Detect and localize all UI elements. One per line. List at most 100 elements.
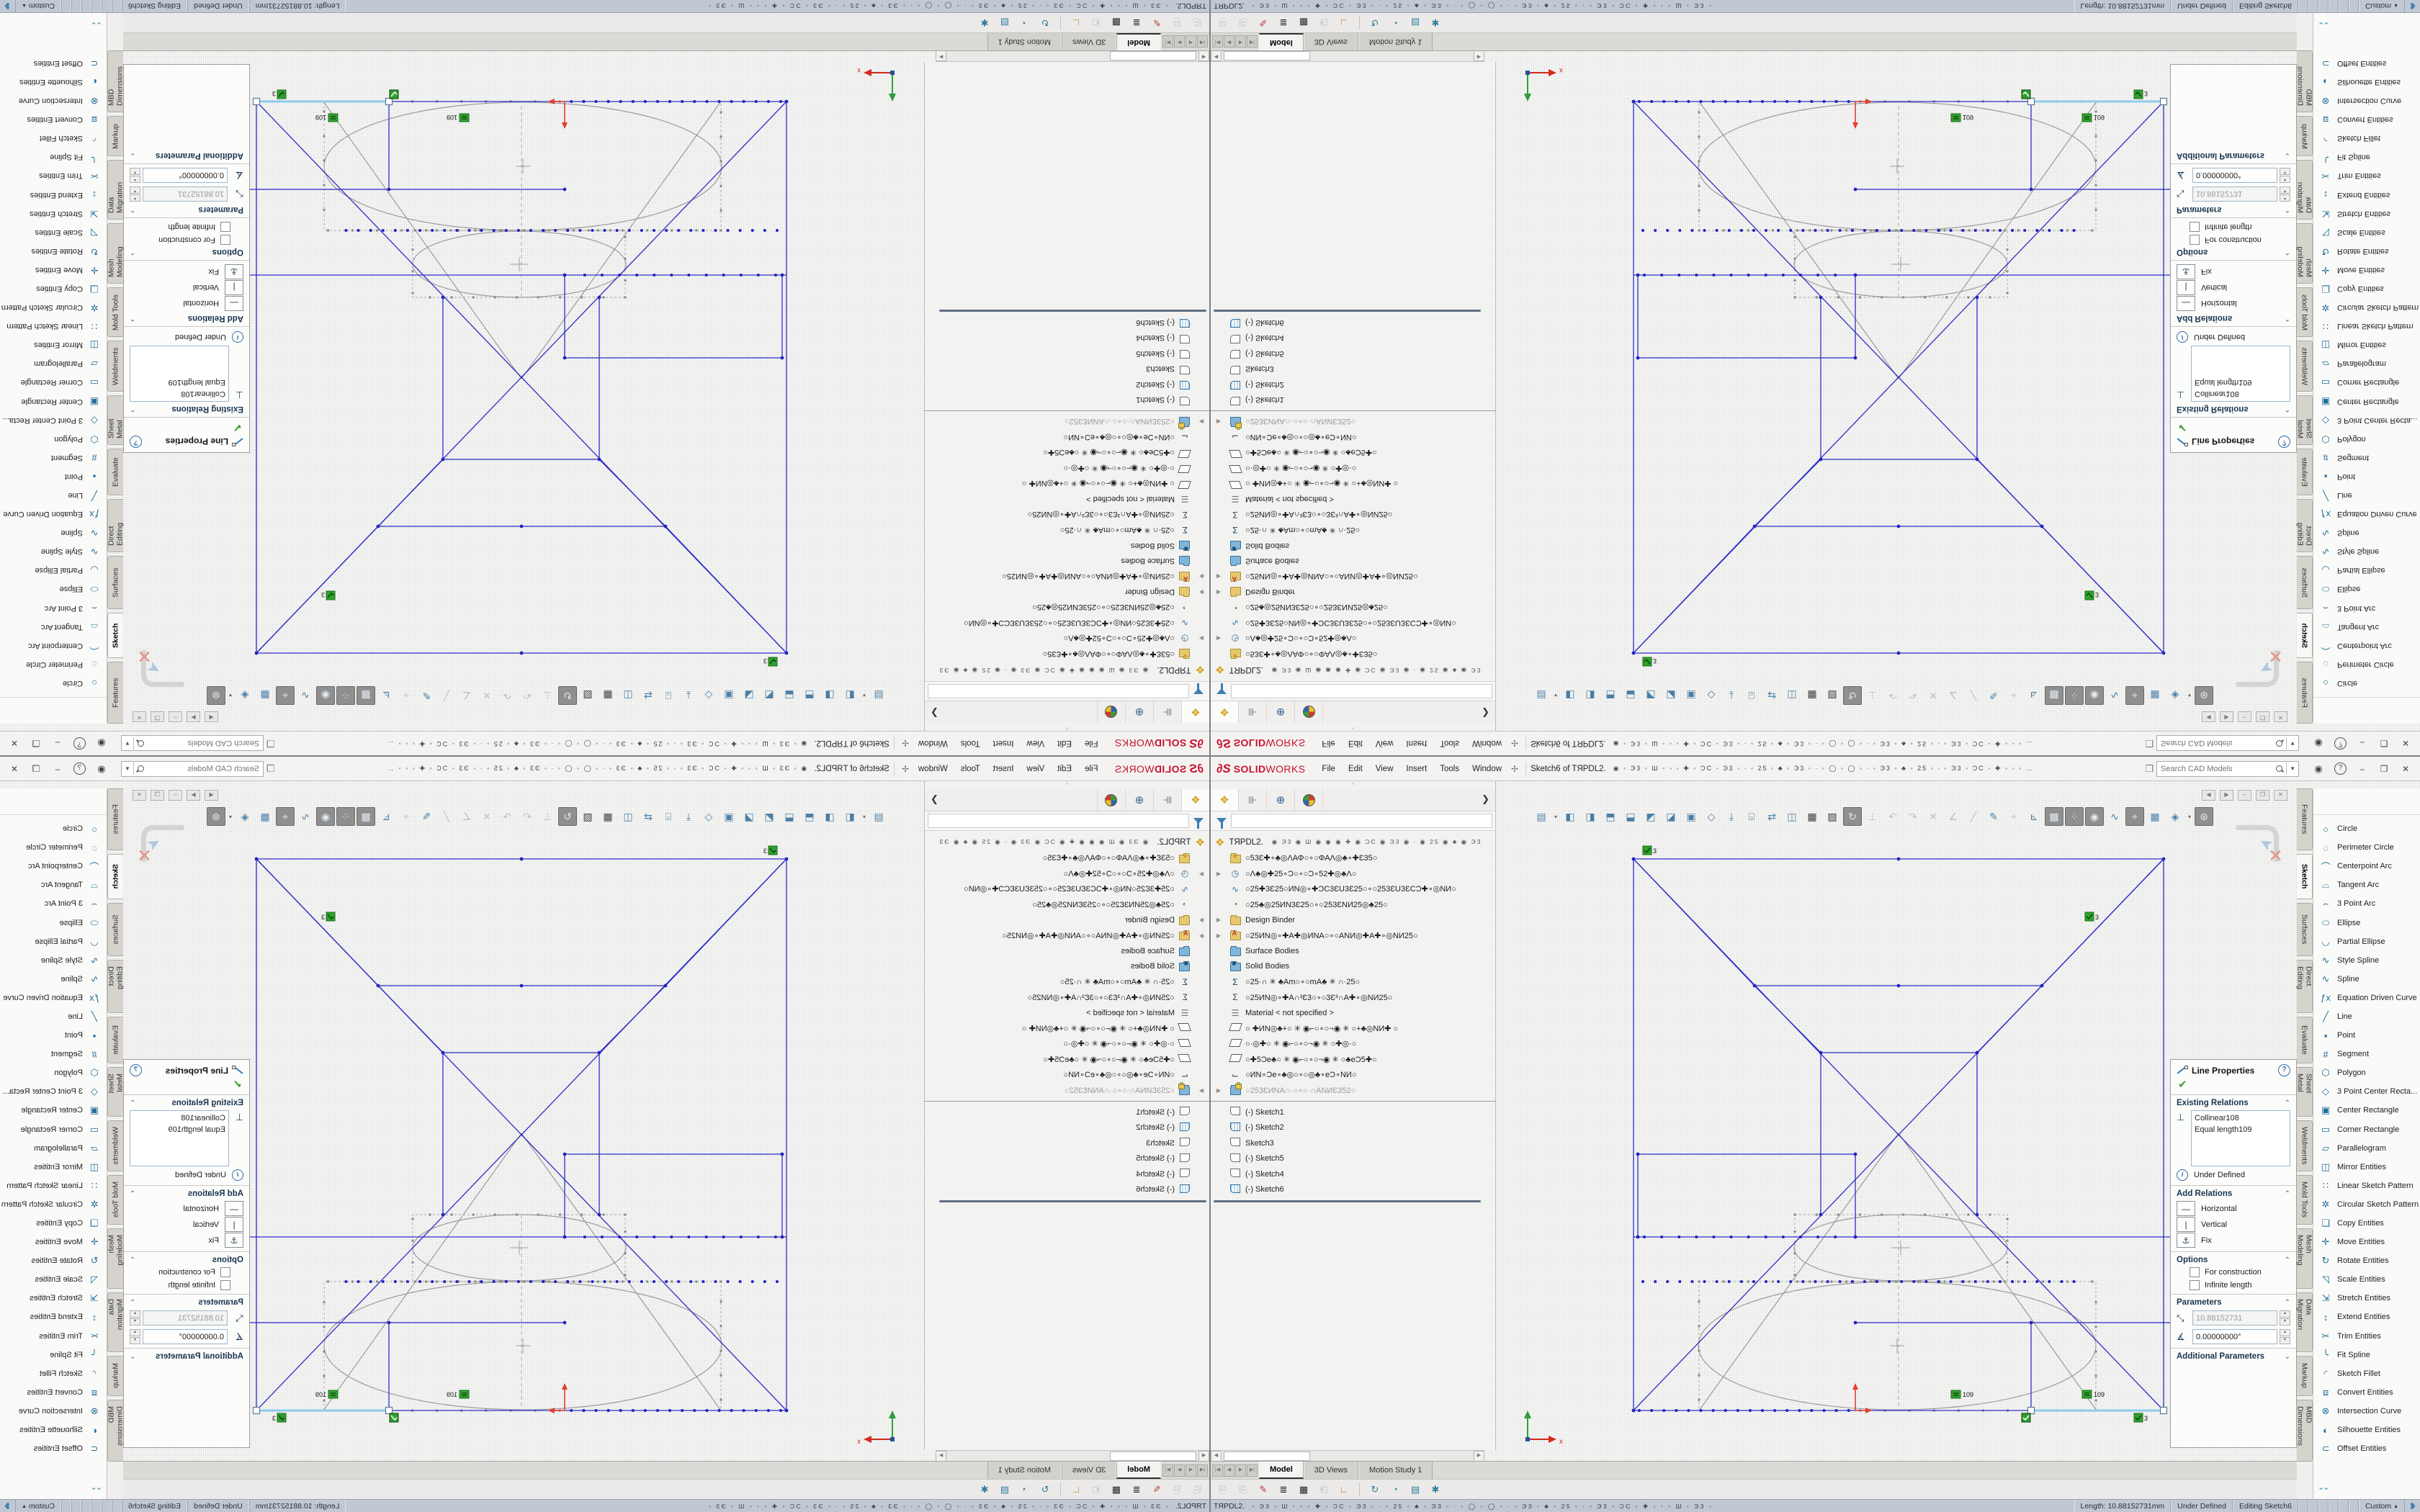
tool-extend-entities[interactable]: ↕Extend Entities — [0, 185, 107, 204]
tool-linear-sketch-pattern[interactable]: ∷Linear Sketch Pattern — [0, 1176, 107, 1195]
tree-item[interactable]: (-) Sketch2 — [925, 1120, 1209, 1136]
headsup-icon-15[interactable]: ▨ — [1823, 807, 1842, 826]
headsup-icon-19[interactable]: ↷ — [1904, 807, 1922, 826]
child-window-control-2[interactable]: – — [2238, 790, 2251, 801]
tool-parallelogram[interactable]: ▱Parallelogram — [2313, 354, 2420, 373]
tool-offset-entities[interactable]: ⊂Offset Entities — [0, 1439, 107, 1458]
bottom-toolbar-icon-2[interactable]: ✎ — [1149, 17, 1165, 29]
tree-item[interactable]: (-) Sketch4 — [1211, 330, 1495, 346]
child-window-control-4[interactable]: ✕ — [2274, 711, 2287, 722]
bottom-toolbar-icon-0[interactable]: ⎘ — [1189, 17, 1205, 29]
headsup-icon-4[interactable]: ⬒ — [800, 686, 819, 705]
spin-down-icon[interactable]: ▾ — [2280, 1318, 2290, 1326]
headsup-icon-6[interactable]: ◩ — [760, 686, 779, 705]
headsup-icon-18[interactable]: ↶ — [518, 807, 537, 826]
help-icon[interactable]: ? — [2278, 436, 2290, 448]
headsup-icon-25[interactable]: ⊾ — [2025, 807, 2043, 826]
tree-item[interactable]: ○ ✚ИΝ◎♣+○ ✳ ◉⌐○∘○¬◉ ✳ ○+♣◎ΝИ✚ ○ — [1211, 476, 1495, 492]
scroll-right-icon[interactable]: ▶ — [936, 51, 946, 62]
tool-corner-rectangle[interactable]: ▭Corner Rectangle — [0, 1120, 107, 1139]
spinner[interactable]: ▴▾ — [130, 168, 140, 183]
headsup-icon-7[interactable]: ◪ — [740, 807, 758, 826]
bottom-toolbar-icon-6[interactable]: ∟ — [1336, 1484, 1352, 1495]
bottom-toolbar-icon-3[interactable]: ≣ — [1129, 1484, 1144, 1495]
command-tab-sheet-metal[interactable]: Sheet Metal — [107, 395, 123, 446]
checkbox[interactable] — [220, 1280, 230, 1290]
tree-item[interactable]: ☰Material < not specified > — [1211, 492, 1495, 508]
command-tab-mbd-dimensions[interactable]: MBD Dimensions — [107, 50, 123, 112]
headsup-icon-1[interactable]: ▾ — [1552, 807, 1559, 826]
tool-partial-ellipse[interactable]: ◡Partial Ellipse — [0, 561, 107, 580]
bottom-toolbar-icon-1[interactable]: ⎘ — [1235, 1484, 1251, 1495]
tree-item[interactable]: ○ ✚ИΝ◎♣+○ ✳ ◉⌐○∘○¬◉ ✳ ○+♣◎ΝИ✚ ○ — [925, 476, 1209, 492]
tool-scale-entities[interactable]: ◹Scale Entities — [2313, 223, 2420, 242]
relations-listbox[interactable]: Collinear108Equal length109 — [2191, 1110, 2290, 1166]
collapse-panel-chevron-icon[interactable]: ⌄⌄ — [2318, 1482, 2328, 1492]
headsup-icon-22[interactable]: ╱ — [437, 686, 456, 705]
parameter-input[interactable]: 0.00000000° — [2192, 1329, 2277, 1344]
section-parameters[interactable]: Parameters⌃ — [2177, 205, 2290, 214]
command-tab-data-migration[interactable]: Data Migration — [107, 160, 123, 220]
tree-item[interactable]: ▶A○25ИΝ◎∘✚Α✚◎ИΝΑ○∘○ΑΝИ◎✚Α✚∘◎ΝИ25○ — [925, 928, 1209, 944]
headsup-icon-20[interactable]: ✕ — [1924, 807, 1942, 826]
tree-item[interactable]: ▶Design Binder — [925, 585, 1209, 600]
tab-scroll-button-1[interactable]: ◀ — [1186, 1464, 1196, 1477]
headsup-icon-18[interactable]: ↶ — [1883, 686, 1902, 705]
headsup-icon-10[interactable]: ⤓ — [1722, 807, 1741, 826]
search-icon[interactable] — [2275, 765, 2284, 773]
headsup-icon-4[interactable]: ⬒ — [1601, 807, 1620, 826]
headsup-icon-24[interactable]: ⌖ — [397, 807, 416, 826]
headsup-icon-12[interactable]: ⇄ — [639, 807, 658, 826]
add-relation-vertical[interactable]: |Vertical — [130, 280, 243, 295]
scroll-left-icon[interactable]: ◀ — [1198, 1451, 1209, 1462]
option-for-construction[interactable]: For construction — [130, 1267, 230, 1277]
tree-filter-input[interactable] — [928, 814, 1189, 828]
tool-trim-entities[interactable]: ✂Trim Entities — [0, 166, 107, 185]
headsup-icon-17[interactable]: ⊥ — [1863, 686, 1882, 705]
headsup-icon-32[interactable]: ◈ — [2166, 807, 2184, 826]
tree-filter-input[interactable] — [928, 684, 1189, 698]
command-tab-weldments[interactable]: Weldments — [107, 341, 123, 391]
section-additional-parameters[interactable]: Additional Parameters⌄ — [130, 1352, 243, 1361]
tool-parallelogram[interactable]: ▱Parallelogram — [0, 1139, 107, 1158]
collapse-panel-chevron-icon[interactable]: ⌄⌄ — [92, 20, 102, 30]
tool-perimeter-circle[interactable]: ◌Perimeter Circle — [0, 838, 107, 857]
tool-fit-spline[interactable]: ╰Fit Spline — [2313, 148, 2420, 166]
headsup-icon-29[interactable]: ∿ — [2105, 807, 2124, 826]
tree-horizontal-scrollbar[interactable]: ◀ ▶ — [936, 1450, 1209, 1461]
expand-panel-chevron-icon[interactable]: ❯ — [1482, 793, 1489, 805]
headsup-icon-34[interactable]: ⊛ — [207, 807, 225, 826]
bottom-toolbar-icon-6[interactable]: ∟ — [1068, 1484, 1084, 1495]
tool-intersection-curve[interactable]: ⊗Intersection Curve — [0, 91, 107, 110]
command-tab-surfaces[interactable]: Surfaces — [2297, 903, 2313, 956]
section-options[interactable]: Options⌃ — [2177, 248, 2290, 256]
tree-item[interactable]: (-) Sketch4 — [925, 1166, 1209, 1182]
tab-configuration-manager[interactable]: ⊕ — [1125, 701, 1153, 723]
tree-item[interactable]: ★○53Ɛ✚∘♣◎ΛΑΦ○∘○ΦΑΛ◎♣∘✚Ɛ35○ — [925, 850, 1209, 866]
expand-arrow-icon[interactable]: ▶ — [1216, 589, 1221, 595]
option-infinite-length[interactable]: Infinite length — [2190, 222, 2290, 232]
minimize-button[interactable]: – — [47, 739, 68, 749]
tool-3-point-center-recta-[interactable]: ◇3 Point Center Recta... — [0, 411, 107, 430]
tree-horizontal-scrollbar[interactable]: ◀ ▶ — [1211, 1450, 1484, 1461]
menu-window[interactable]: Window — [912, 737, 954, 750]
tool-spline[interactable]: ∿Spline — [0, 970, 107, 989]
command-tab-direct-editing[interactable]: Direct Editing — [107, 499, 123, 552]
tool-circle[interactable]: ○Circle — [2313, 819, 2420, 838]
expand-arrow-icon[interactable]: ▶ — [1199, 573, 1204, 580]
tool-style-spline[interactable]: ∿Style Spline — [2313, 951, 2420, 970]
headsup-icon-11[interactable]: ⌺ — [1742, 686, 1761, 705]
tool-polygon[interactable]: ⬡Polygon — [0, 430, 107, 449]
tool-polygon[interactable]: ⬡Polygon — [2313, 430, 2420, 449]
headsup-icon-1[interactable]: ▾ — [1552, 686, 1559, 705]
tool-sketch-fillet[interactable]: ◜Sketch Fillet — [0, 129, 107, 148]
child-window-control-1[interactable]: ▶ — [2220, 711, 2233, 722]
headsup-icon-30[interactable]: ⌖ — [276, 807, 295, 826]
add-relation-horizontal[interactable]: —Horizontal — [2177, 1201, 2290, 1216]
user-icon[interactable]: ◉ — [2308, 738, 2329, 750]
headsup-icon-21[interactable]: ∠ — [1944, 686, 1963, 705]
headsup-icon-0[interactable]: ▤ — [1532, 686, 1551, 705]
pin-icon[interactable]: ✢ — [1511, 764, 1518, 774]
checkbox[interactable] — [2190, 222, 2200, 232]
headsup-icon-31[interactable]: ▦ — [2146, 686, 2164, 705]
